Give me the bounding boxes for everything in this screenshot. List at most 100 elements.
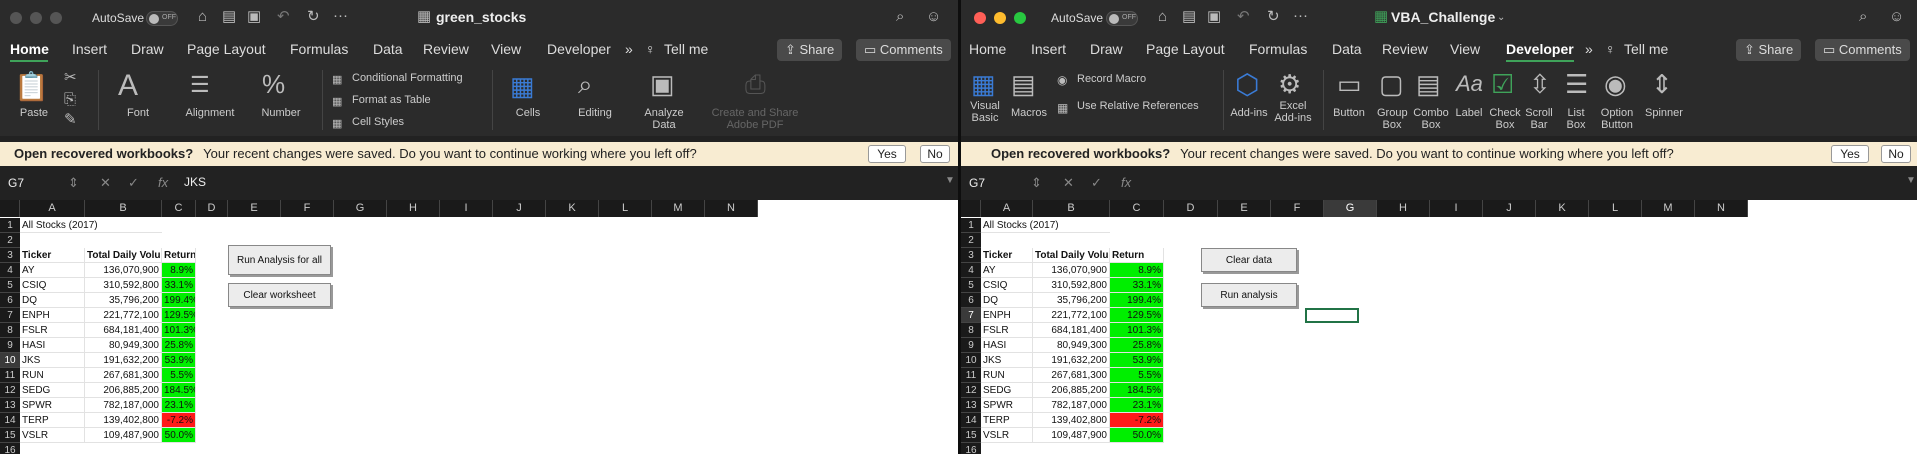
tab-data[interactable]: Data — [1332, 41, 1362, 57]
volume-cell[interactable]: 35,796,200 — [1033, 293, 1110, 308]
volume-cell[interactable]: 310,592,800 — [85, 278, 162, 293]
return-cell[interactable]: 25.8% — [162, 338, 196, 353]
save-icon[interactable]: ▣ — [1207, 9, 1221, 25]
volume-cell[interactable]: 136,070,900 — [1033, 263, 1110, 278]
ticker-cell[interactable]: FSLR — [981, 323, 1033, 338]
column-header-c[interactable]: C — [162, 200, 196, 217]
column-header-d[interactable]: D — [196, 200, 228, 217]
column-header-d[interactable]: D — [1164, 200, 1218, 217]
volume-cell[interactable]: 267,681,300 — [1033, 368, 1110, 383]
row-header-12[interactable]: 12 — [0, 383, 20, 398]
list-box-icon[interactable]: ☰ — [1565, 70, 1588, 98]
column-header-a[interactable]: A — [981, 200, 1033, 217]
row-header-3[interactable]: 3 — [0, 248, 20, 263]
column-label-cell[interactable]: Ticker — [20, 248, 85, 263]
ticker-cell[interactable]: SEDG — [20, 383, 85, 398]
return-cell[interactable]: 129.5% — [162, 308, 196, 323]
row-header-9[interactable]: 9 — [0, 338, 20, 353]
tab-home[interactable]: Home — [969, 41, 1006, 57]
home-icon[interactable]: ⌂ — [1158, 9, 1167, 25]
group-box-icon[interactable]: ▢ — [1379, 70, 1404, 98]
ticker-cell[interactable]: SEDG — [981, 383, 1033, 398]
row-header-11[interactable]: 11 — [961, 368, 981, 383]
font-icon[interactable]: A — [118, 70, 138, 102]
column-header-e[interactable]: E — [1218, 200, 1271, 217]
column-header-i[interactable]: I — [1430, 200, 1483, 217]
column-header-c[interactable]: C — [1110, 200, 1164, 217]
expand-formula-icon[interactable]: ▼ — [945, 175, 955, 186]
visual-basic-icon[interactable]: ▦ — [971, 70, 996, 98]
return-cell[interactable]: 33.1% — [1110, 278, 1164, 293]
conditional-formatting-button[interactable]: Conditional Formatting — [352, 72, 463, 84]
column-header-i[interactable]: I — [440, 200, 493, 217]
volume-cell[interactable]: 221,772,100 — [85, 308, 162, 323]
return-cell[interactable]: -7.2% — [162, 413, 196, 428]
more-icon[interactable]: ··· — [1293, 8, 1308, 24]
tab-view[interactable]: View — [1450, 41, 1480, 57]
return-cell[interactable]: 184.5% — [162, 383, 196, 398]
return-cell[interactable]: 53.9% — [162, 353, 196, 368]
recovery-yes-button[interactable]: Yes — [1831, 145, 1869, 163]
expand-formula-icon[interactable]: ▼ — [1906, 175, 1916, 186]
zoom-window-button[interactable] — [1014, 12, 1026, 24]
selected-cell-g7[interactable] — [1305, 308, 1359, 323]
column-header-g[interactable]: G — [1324, 200, 1377, 217]
column-label-cell[interactable]: Total Daily Volume — [1033, 248, 1110, 263]
return-cell[interactable]: 8.9% — [162, 263, 196, 278]
enter-icon[interactable]: ✓ — [1091, 175, 1102, 191]
share-button[interactable]: ⇪ Share — [1736, 39, 1802, 61]
row-header-7[interactable]: 7 — [961, 308, 981, 323]
column-header-f[interactable]: F — [281, 200, 334, 217]
row-header-5[interactable]: 5 — [0, 278, 20, 293]
ticker-cell[interactable]: TERP — [981, 413, 1033, 428]
tab-view[interactable]: View — [491, 41, 521, 57]
format-as-table-button[interactable]: Format as Table — [352, 94, 431, 106]
volume-cell[interactable]: 80,949,300 — [85, 338, 162, 353]
row-header-14[interactable]: 14 — [0, 413, 20, 428]
tab-home[interactable]: Home — [10, 41, 49, 57]
column-header-e[interactable]: E — [228, 200, 281, 217]
return-cell[interactable]: 25.8% — [1110, 338, 1164, 353]
column-header-k[interactable]: K — [546, 200, 599, 217]
row-header-12[interactable]: 12 — [961, 383, 981, 398]
row-header-1[interactable]: 1 — [961, 218, 981, 233]
ticker-cell[interactable]: AY — [20, 263, 85, 278]
paste-icon[interactable]: 📋 — [14, 72, 49, 102]
tab-draw[interactable]: Draw — [131, 41, 164, 57]
column-header-b[interactable]: B — [1033, 200, 1110, 217]
cancel-icon[interactable]: ✕ — [100, 175, 111, 191]
volume-cell[interactable]: 782,187,000 — [1033, 398, 1110, 413]
return-cell[interactable]: 23.1% — [162, 398, 196, 413]
open-file-icon[interactable]: ▤ — [222, 9, 236, 25]
select-all-corner[interactable] — [961, 200, 981, 217]
return-cell[interactable]: 5.5% — [162, 368, 196, 383]
tab-page-layout[interactable]: Page Layout — [1146, 41, 1225, 57]
tab-insert[interactable]: Insert — [72, 41, 107, 57]
row-header-5[interactable]: 5 — [961, 278, 981, 293]
tab-data[interactable]: Data — [373, 41, 403, 57]
autosave-toggle[interactable]: OFF — [146, 11, 178, 26]
tell-me-search[interactable]: Tell me — [664, 41, 708, 57]
minimize-window-button[interactable] — [994, 12, 1006, 24]
ticker-cell[interactable]: AY — [981, 263, 1033, 278]
share-button[interactable]: ⇪ Share — [777, 39, 843, 61]
row-header-6[interactable]: 6 — [961, 293, 981, 308]
row-header-3[interactable]: 3 — [961, 248, 981, 263]
column-header-k[interactable]: K — [1536, 200, 1589, 217]
column-header-a[interactable]: A — [20, 200, 85, 217]
worksheet-grid[interactable]: A B C D E F G H I J K L M N 1 2 3 4 5 6 7 8 9 10 11 12 13 14 15 16 All… — [961, 200, 1917, 454]
ticker-cell[interactable]: TERP — [20, 413, 85, 428]
tab-insert[interactable]: Insert — [1031, 41, 1066, 57]
adobe-pdf-icon[interactable]: ⎙ — [745, 70, 766, 98]
percent-icon[interactable]: % — [262, 70, 285, 98]
analyze-data-icon[interactable]: ▣ — [650, 70, 675, 98]
row-header-2[interactable]: 2 — [0, 233, 20, 248]
add-ins-icon[interactable]: ⬡ — [1235, 70, 1259, 100]
tell-me-search[interactable]: Tell me — [1624, 41, 1668, 57]
row-header-4[interactable]: 4 — [961, 263, 981, 278]
comments-button[interactable]: ▭ Comments — [1815, 39, 1910, 61]
cells-icon[interactable]: ▦ — [510, 72, 535, 100]
cancel-icon[interactable]: ✕ — [1063, 175, 1074, 191]
ticker-cell[interactable]: ENPH — [981, 308, 1033, 323]
tab-page-layout[interactable]: Page Layout — [187, 41, 266, 57]
